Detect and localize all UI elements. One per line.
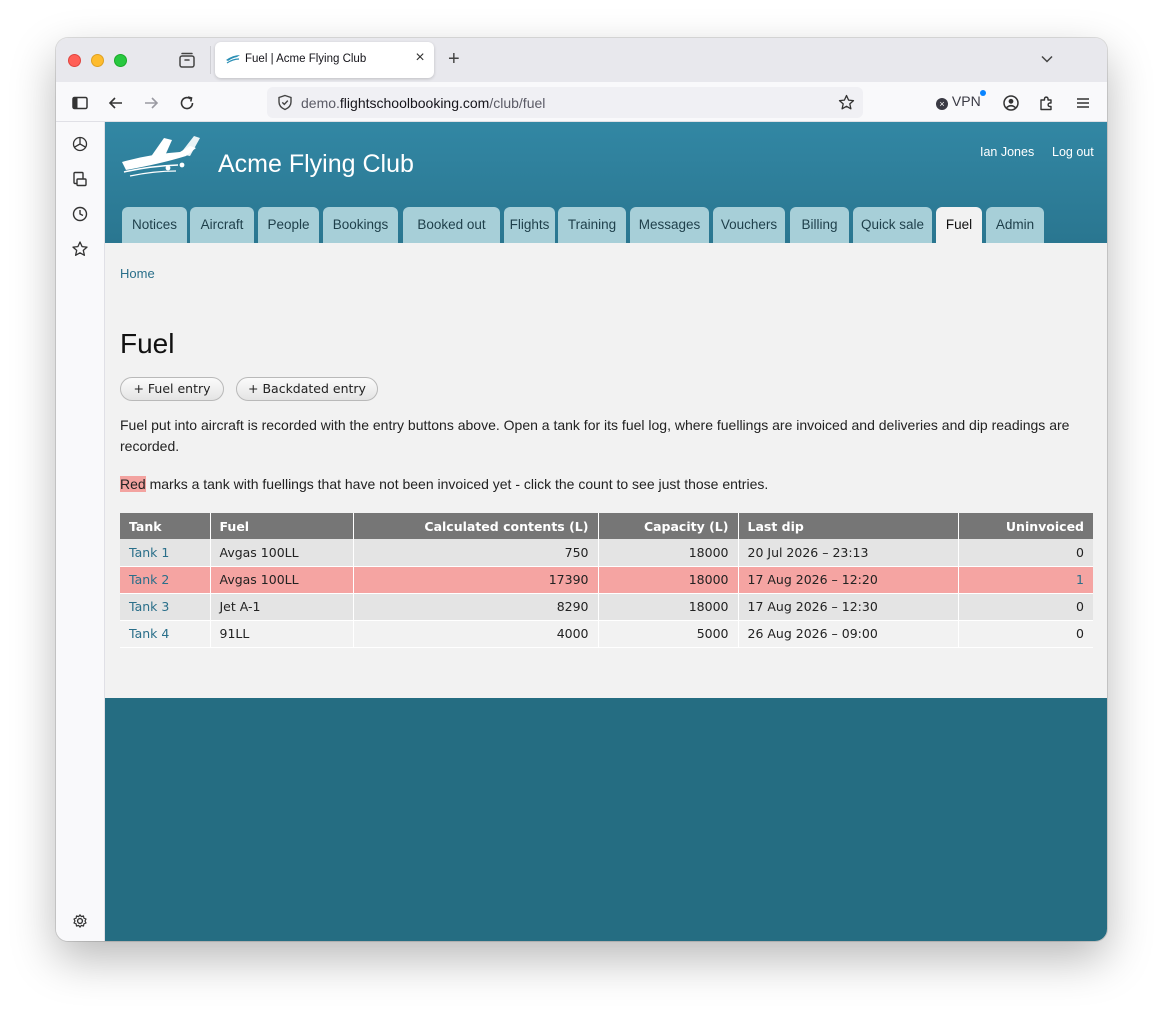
user-name-link[interactable]: Ian Jones <box>980 145 1034 159</box>
account-icon[interactable] <box>1002 94 1020 112</box>
capacity-cell: 18000 <box>598 539 739 567</box>
tank-link[interactable]: Tank 1 <box>129 545 169 560</box>
capacity-cell: 18000 <box>598 593 739 621</box>
site-header: Acme Flying Club Ian Jones Log out Notic… <box>105 122 1107 243</box>
history-clock-icon[interactable] <box>71 205 89 223</box>
menu-tab-vouchers[interactable]: Vouchers <box>713 207 785 243</box>
vpn-label: VPN <box>951 93 981 109</box>
column-header-tank[interactable]: Tank <box>120 513 211 539</box>
vpn-button[interactable]: × VPN <box>936 93 981 110</box>
fuel-cell: Avgas 100LL <box>210 539 354 567</box>
contents-cell: 750 <box>353 539 599 567</box>
fuel-cell: Avgas 100LL <box>210 566 354 594</box>
last-dip-cell: 26 Aug 2026 – 09:00 <box>738 620 959 648</box>
capacity-cell: 18000 <box>598 566 739 594</box>
tank-link[interactable]: Tank 3 <box>129 599 169 614</box>
vpn-off-icon: × <box>936 98 948 110</box>
table-row-flagged: Tank 2 Avgas 100LL 17390 18000 17 Aug 20… <box>120 566 1093 594</box>
contents-cell: 17390 <box>353 566 599 594</box>
browser-sidebar <box>56 122 105 941</box>
menu-tab-training[interactable]: Training <box>558 207 626 243</box>
tab-close-icon[interactable]: × <box>413 50 427 66</box>
maximize-window-button[interactable] <box>114 54 127 67</box>
fuel-tanks-table: Tank Fuel Calculated contents (L) Capaci… <box>120 513 1093 648</box>
reload-icon[interactable] <box>178 94 196 112</box>
browser-window: Fuel | Acme Flying Club × + demo.flights… <box>56 38 1107 941</box>
settings-gear-icon[interactable] <box>71 912 89 930</box>
fuel-cell: 91LL <box>210 620 354 648</box>
menu-tab-admin[interactable]: Admin <box>986 207 1044 243</box>
menu-tab-messages[interactable]: Messages <box>630 207 709 243</box>
menu-tab-bookings[interactable]: Bookings <box>323 207 398 243</box>
menu-tab-billing[interactable]: Billing <box>790 207 849 243</box>
page-title: Fuel <box>120 328 175 359</box>
shield-icon[interactable] <box>277 94 293 111</box>
web-content: Acme Flying Club Ian Jones Log out Notic… <box>105 122 1107 941</box>
column-header-last-dip[interactable]: Last dip <box>738 513 959 539</box>
menu-tab-flights[interactable]: Flights <box>504 207 555 243</box>
logout-link[interactable]: Log out <box>1052 145 1094 159</box>
backdated-entry-button[interactable]: + Backdated entry <box>236 377 378 401</box>
menu-tab-notices[interactable]: Notices <box>122 207 187 243</box>
new-tab-icon[interactable]: + <box>448 49 460 69</box>
tab-title: Fuel | Acme Flying Club <box>245 53 367 65</box>
uninvoiced-count-link[interactable]: 1 <box>1076 572 1084 587</box>
minimize-window-button[interactable] <box>91 54 104 67</box>
menu-tab-fuel[interactable]: Fuel <box>936 207 982 243</box>
vpn-status-dot <box>980 90 986 96</box>
page-body: Home Fuel + Fuel entry + Backdated entry… <box>105 243 1107 698</box>
column-header-contents[interactable]: Calculated contents (L) <box>353 513 599 539</box>
red-legend-marker: Red <box>120 476 146 492</box>
table-row: Tank 1 Avgas 100LL 750 18000 20 Jul 2026… <box>120 539 1093 567</box>
last-dip-cell: 20 Jul 2026 – 23:13 <box>738 539 959 567</box>
column-header-capacity[interactable]: Capacity (L) <box>598 513 739 539</box>
forward-arrow-icon[interactable] <box>142 94 160 112</box>
airplane-logo-icon[interactable] <box>120 132 202 178</box>
address-bar[interactable]: demo.flightschoolbooking.com/club/fuel <box>267 87 863 118</box>
navigation-toolbar: demo.flightschoolbooking.com/club/fuel ×… <box>56 82 1107 122</box>
fuel-cell: Jet A-1 <box>210 593 354 621</box>
tab-overview-icon[interactable] <box>178 51 196 69</box>
back-arrow-icon[interactable] <box>107 94 125 112</box>
close-window-button[interactable] <box>68 54 81 67</box>
column-header-uninvoiced[interactable]: Uninvoiced <box>958 513 1093 539</box>
plane-favicon-icon <box>226 55 240 64</box>
chevron-down-icon[interactable] <box>1040 52 1054 66</box>
synced-tabs-icon[interactable] <box>71 170 89 188</box>
ai-chatbot-icon[interactable] <box>71 135 89 153</box>
uninvoiced-cell: 0 <box>958 593 1093 621</box>
menu-hamburger-icon[interactable] <box>1074 94 1092 112</box>
tank-link[interactable]: Tank 4 <box>129 626 169 641</box>
menu-tab-aircraft[interactable]: Aircraft <box>190 207 254 243</box>
table-row: Tank 3 Jet A-1 8290 18000 17 Aug 2026 – … <box>120 593 1093 621</box>
red-legend-text: marks a tank with fuellings that have no… <box>145 476 769 492</box>
uninvoiced-cell: 0 <box>958 539 1093 567</box>
contents-cell: 4000 <box>353 620 599 648</box>
table-header-row: Tank Fuel Calculated contents (L) Capaci… <box>120 513 1093 539</box>
fuel-entry-button[interactable]: + Fuel entry <box>120 377 224 401</box>
last-dip-cell: 17 Aug 2026 – 12:30 <box>738 593 959 621</box>
bookmarks-star-icon[interactable] <box>71 240 89 258</box>
menu-tab-people[interactable]: People <box>258 207 319 243</box>
sidebar-toggle-icon[interactable] <box>71 94 89 112</box>
breadcrumb-home-link[interactable]: Home <box>120 266 155 281</box>
menu-tab-quick-sale[interactable]: Quick sale <box>853 207 932 243</box>
uninvoiced-cell: 0 <box>958 620 1093 648</box>
tab-strip: Fuel | Acme Flying Club × + <box>56 38 1107 82</box>
table-row: Tank 4 91LL 4000 5000 26 Aug 2026 – 09:0… <box>120 620 1093 648</box>
page-description: Fuel put into aircraft is recorded with … <box>120 417 1070 454</box>
tank-link[interactable]: Tank 2 <box>129 572 169 587</box>
capacity-cell: 5000 <box>598 620 739 648</box>
url-text[interactable]: demo.flightschoolbooking.com/club/fuel <box>301 95 545 111</box>
last-dip-cell: 17 Aug 2026 – 12:20 <box>738 566 959 594</box>
tab-separator <box>210 46 211 74</box>
column-header-fuel[interactable]: Fuel <box>210 513 354 539</box>
red-legend-note: Red marks a tank with fuellings that hav… <box>120 474 1095 495</box>
site-title: Acme Flying Club <box>218 150 414 178</box>
menu-tab-booked-out[interactable]: Booked out <box>403 207 500 243</box>
extensions-icon[interactable] <box>1038 94 1056 112</box>
contents-cell: 8290 <box>353 593 599 621</box>
bookmark-star-icon[interactable] <box>838 94 855 111</box>
browser-tab-active[interactable]: Fuel | Acme Flying Club × <box>215 42 434 78</box>
